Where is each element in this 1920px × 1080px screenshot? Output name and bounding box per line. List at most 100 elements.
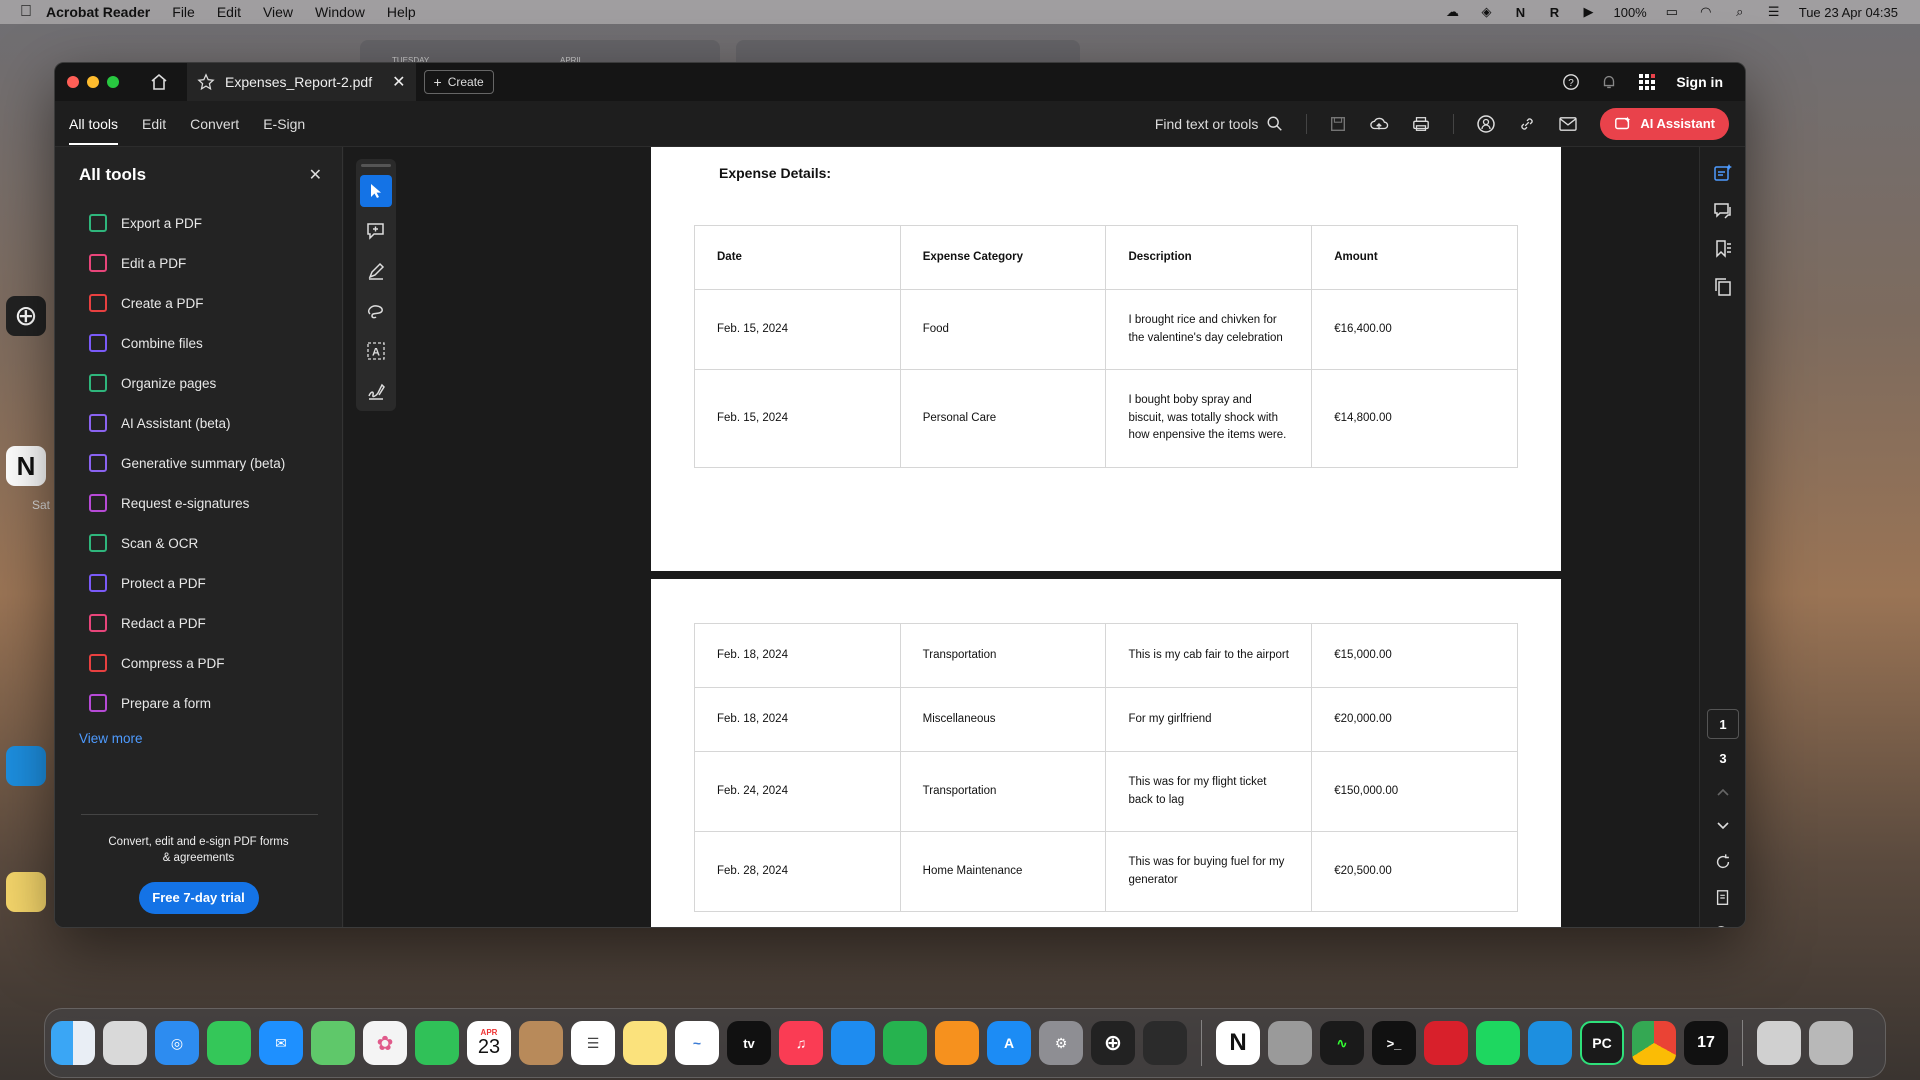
next-page-icon[interactable] — [1711, 814, 1735, 838]
notes-dock-icon[interactable] — [623, 1021, 667, 1065]
tool-item[interactable]: Prepare a form — [55, 683, 342, 723]
tool-item[interactable]: Generative summary (beta) — [55, 443, 342, 483]
menu-window[interactable]: Window — [315, 4, 365, 20]
contacts-dock-icon[interactable] — [519, 1021, 563, 1065]
print-icon[interactable] — [1411, 115, 1431, 133]
activity-monitor-dock-icon[interactable]: ∿ — [1320, 1021, 1364, 1065]
documents-stack-dock-icon[interactable] — [1757, 1021, 1801, 1065]
docker-side-icon[interactable] — [6, 746, 46, 786]
maps-dock-icon[interactable] — [311, 1021, 355, 1065]
draw-lasso-icon[interactable] — [360, 295, 392, 327]
notion-menubar-icon[interactable]: N — [1511, 5, 1529, 20]
free-trial-button[interactable]: Free 7-day trial — [138, 882, 259, 915]
tab-convert[interactable]: Convert — [190, 101, 239, 147]
page-thumbnails-icon[interactable] — [1711, 275, 1735, 299]
tool-item[interactable]: Compress a PDF — [55, 643, 342, 683]
upload-cloud-icon[interactable] — [1369, 115, 1389, 133]
mail-dock-icon[interactable]: ✉ — [259, 1021, 303, 1065]
star-icon[interactable] — [197, 73, 215, 91]
menu-app-name[interactable]: Acrobat Reader — [46, 4, 150, 20]
tool-item[interactable]: Create a PDF — [55, 283, 342, 323]
play-icon[interactable]: ▶ — [1579, 4, 1597, 19]
spotify-dock-icon[interactable] — [1476, 1021, 1520, 1065]
globe-dock-icon[interactable]: ⊕ — [1091, 1021, 1135, 1065]
tab-edit[interactable]: Edit — [142, 101, 166, 147]
tool-item[interactable]: Combine files — [55, 323, 342, 363]
menu-view[interactable]: View — [263, 4, 293, 20]
minimize-window-button[interactable] — [87, 76, 99, 88]
reminders-dock-icon[interactable]: ☰ — [571, 1021, 615, 1065]
terminal-dock-icon[interactable]: >_ — [1372, 1021, 1416, 1065]
tradingview-dock-icon[interactable]: 17 — [1684, 1021, 1728, 1065]
menu-help[interactable]: Help — [387, 4, 416, 20]
menu-edit[interactable]: Edit — [217, 4, 241, 20]
music-dock-icon[interactable]: ♫ — [779, 1021, 823, 1065]
tab-all-tools[interactable]: All tools — [69, 101, 119, 147]
messages-dock-icon[interactable] — [207, 1021, 251, 1065]
menu-file[interactable]: File — [172, 4, 195, 20]
tool-item[interactable]: Organize pages — [55, 363, 342, 403]
share-user-icon[interactable] — [1476, 114, 1496, 134]
tool-item[interactable]: Edit a PDF — [55, 243, 342, 283]
rotate-icon[interactable] — [1711, 850, 1735, 874]
freeform-dock-icon[interactable]: ~ — [675, 1021, 719, 1065]
document-viewer[interactable]: Expense Details: Date Expense Category D… — [344, 147, 1699, 927]
apple-icon[interactable]:  — [20, 3, 32, 21]
sign-in-button[interactable]: Sign in — [1676, 74, 1723, 90]
database-dock-icon[interactable] — [1268, 1021, 1312, 1065]
apple-tv-dock-icon[interactable]: tv — [727, 1021, 771, 1065]
sign-icon[interactable] — [360, 375, 392, 407]
find-text-or-tools[interactable]: Find text or tools — [1155, 115, 1285, 133]
pycharm-dock-icon[interactable]: PC — [1580, 1021, 1624, 1065]
acrobat-dock-icon[interactable] — [1424, 1021, 1468, 1065]
comments-icon[interactable] — [1711, 199, 1735, 223]
tool-item[interactable]: Scan & OCR — [55, 523, 342, 563]
close-panel-icon[interactable]: ✕ — [309, 165, 322, 185]
ai-summary-icon[interactable] — [1711, 161, 1735, 185]
select-tool-icon[interactable] — [360, 175, 392, 207]
home-icon[interactable] — [149, 72, 169, 92]
globe-app-icon[interactable]: ⊕ — [6, 296, 46, 336]
keynote-dock-icon[interactable] — [831, 1021, 875, 1065]
menubar-clock[interactable]: Tue 23 Apr 04:35 — [1799, 5, 1898, 20]
wifi-icon[interactable]: ◠ — [1697, 4, 1715, 19]
finder-dock-icon[interactable] — [51, 1021, 95, 1065]
notion-side-icon[interactable]: N — [6, 446, 46, 486]
notion-dock-icon[interactable]: N — [1216, 1021, 1260, 1065]
ai-assistant-button[interactable]: AI Assistant — [1600, 107, 1729, 140]
search-icon[interactable]: ⌕ — [1731, 4, 1749, 19]
chrome-dock-icon[interactable] — [1632, 1021, 1676, 1065]
help-icon[interactable]: ? — [1562, 73, 1580, 91]
numbers-dock-icon[interactable] — [883, 1021, 927, 1065]
app-menubar-icon[interactable]: R — [1545, 5, 1563, 20]
system-settings-dock-icon[interactable]: ⚙ — [1039, 1021, 1083, 1065]
launchpad-dock-icon[interactable] — [103, 1021, 147, 1065]
shield-icon[interactable]: ◈ — [1477, 4, 1495, 19]
add-comment-icon[interactable] — [360, 215, 392, 247]
close-window-button[interactable] — [67, 76, 79, 88]
pages-dock-icon[interactable] — [935, 1021, 979, 1065]
safari-dock-icon[interactable]: ◎ — [155, 1021, 199, 1065]
previous-page-icon[interactable] — [1711, 780, 1735, 804]
calendar-dock-icon[interactable]: APR 23 — [467, 1021, 511, 1065]
tool-item[interactable]: Export a PDF — [55, 203, 342, 243]
highlight-pen-icon[interactable] — [360, 255, 392, 287]
bookmarks-icon[interactable] — [1711, 237, 1735, 261]
create-button[interactable]: + Create — [423, 70, 494, 94]
battery-icon[interactable]: ▭ — [1663, 4, 1681, 19]
weather-icon[interactable]: ☁ — [1443, 4, 1461, 19]
silicon-dock-icon[interactable] — [1143, 1021, 1187, 1065]
tool-item[interactable]: Redact a PDF — [55, 603, 342, 643]
app-store-dock-icon[interactable]: A — [987, 1021, 1031, 1065]
docker-dock-icon[interactable] — [1528, 1021, 1572, 1065]
email-icon[interactable] — [1558, 116, 1578, 132]
tab-e-sign[interactable]: E-Sign — [263, 101, 305, 147]
text-box-icon[interactable]: A — [360, 335, 392, 367]
tool-item[interactable]: AI Assistant (beta) — [55, 403, 342, 443]
current-page-input[interactable]: 1 — [1707, 709, 1739, 739]
save-icon[interactable] — [1329, 115, 1347, 133]
facetime-dock-icon[interactable] — [415, 1021, 459, 1065]
zoom-in-icon[interactable] — [1711, 922, 1735, 927]
apps-grid-icon[interactable] — [1638, 73, 1656, 91]
link-icon[interactable] — [1518, 115, 1536, 133]
